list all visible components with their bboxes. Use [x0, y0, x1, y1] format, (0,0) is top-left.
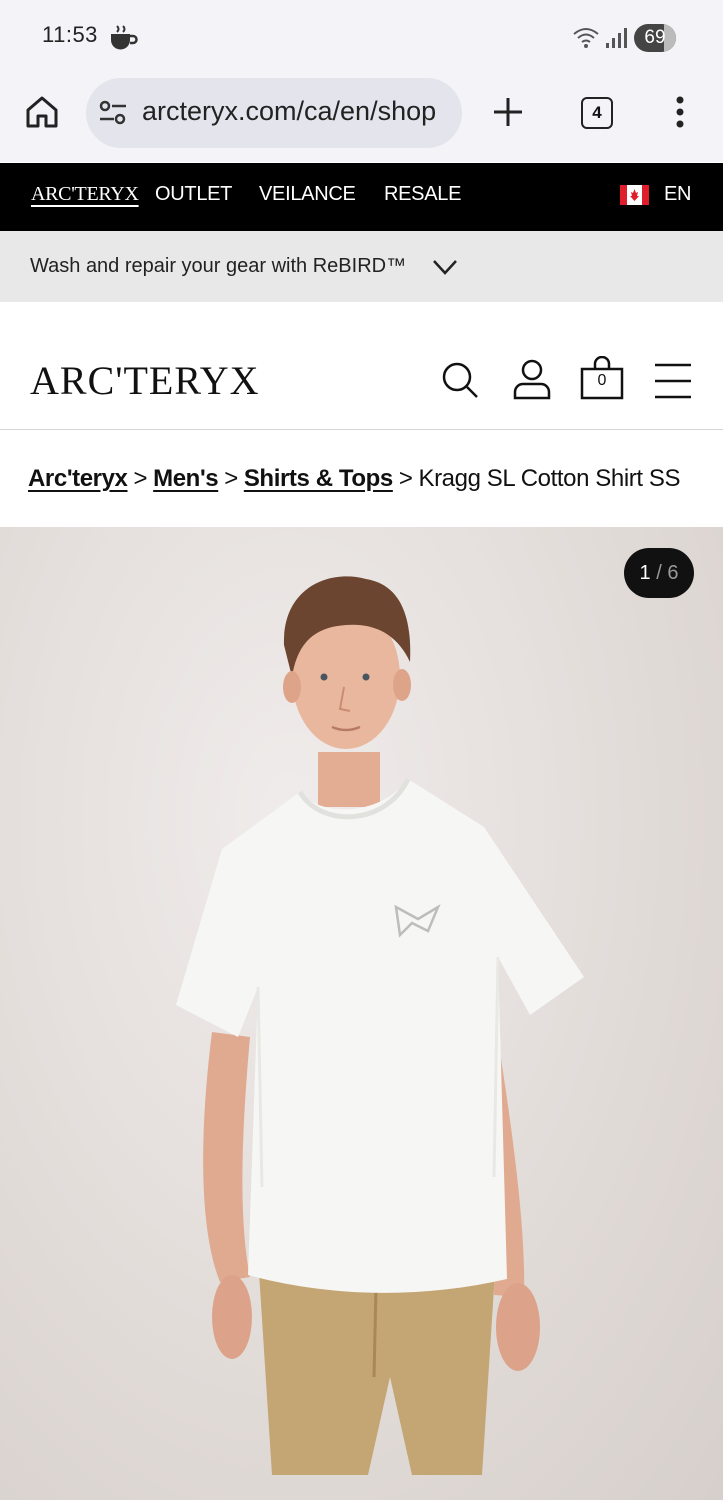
product-image-gallery[interactable]: [0, 527, 723, 1500]
nav-outlet[interactable]: OUTLET: [155, 183, 232, 206]
language-selector[interactable]: EN: [664, 183, 691, 206]
promo-text[interactable]: Wash and repair your gear with ReBIRD™: [30, 255, 406, 278]
home-icon[interactable]: [24, 94, 60, 130]
wifi-icon: [573, 28, 599, 48]
chevron-down-icon[interactable]: [432, 258, 458, 276]
breadcrumb-separator: >: [398, 465, 413, 492]
breadcrumb-arcteryx[interactable]: Arc'teryx: [28, 465, 128, 492]
menu-icon[interactable]: [654, 362, 692, 400]
nav-resale[interactable]: RESALE: [384, 183, 461, 206]
battery-indicator: 69: [634, 24, 676, 52]
breadcrumb: Arc'teryx > Men's > Shirts & Tops > Kragg SL C…: [28, 465, 681, 493]
account-icon[interactable]: [512, 358, 552, 400]
search-icon[interactable]: [440, 360, 480, 400]
gallery-separator: /: [656, 562, 662, 584]
tab-switcher-button[interactable]: 4: [581, 97, 613, 129]
breadcrumb-mens[interactable]: Men's: [153, 465, 218, 492]
breadcrumb-current: Kragg SL Cotton Shirt SS: [418, 465, 681, 492]
coffee-icon: [111, 25, 138, 50]
breadcrumb-separator: >: [133, 465, 148, 492]
url-text[interactable]: arcteryx.com/ca/en/shop: [142, 96, 452, 127]
canada-flag-icon[interactable]: [620, 185, 649, 205]
signal-icon: [606, 28, 627, 48]
nav-veilance[interactable]: VEILANCE: [259, 183, 356, 206]
gallery-counter: 1 / 6: [624, 548, 694, 598]
status-time: 11:53: [42, 22, 98, 47]
product-photo: [176, 576, 584, 1475]
new-tab-icon[interactable]: [492, 96, 524, 128]
gallery-current: 1: [639, 562, 651, 584]
cart-count[interactable]: 0: [580, 372, 624, 390]
site-settings-icon[interactable]: [98, 98, 128, 128]
nav-arcteryx[interactable]: ARC'TERYX: [31, 183, 139, 206]
breadcrumb-shirts-tops[interactable]: Shirts & Tops: [244, 465, 393, 492]
breadcrumb-separator: >: [224, 465, 238, 492]
site-logo[interactable]: ARC'TERYX: [30, 357, 260, 404]
more-menu-icon[interactable]: [670, 94, 690, 130]
gallery-total: 6: [667, 562, 679, 584]
